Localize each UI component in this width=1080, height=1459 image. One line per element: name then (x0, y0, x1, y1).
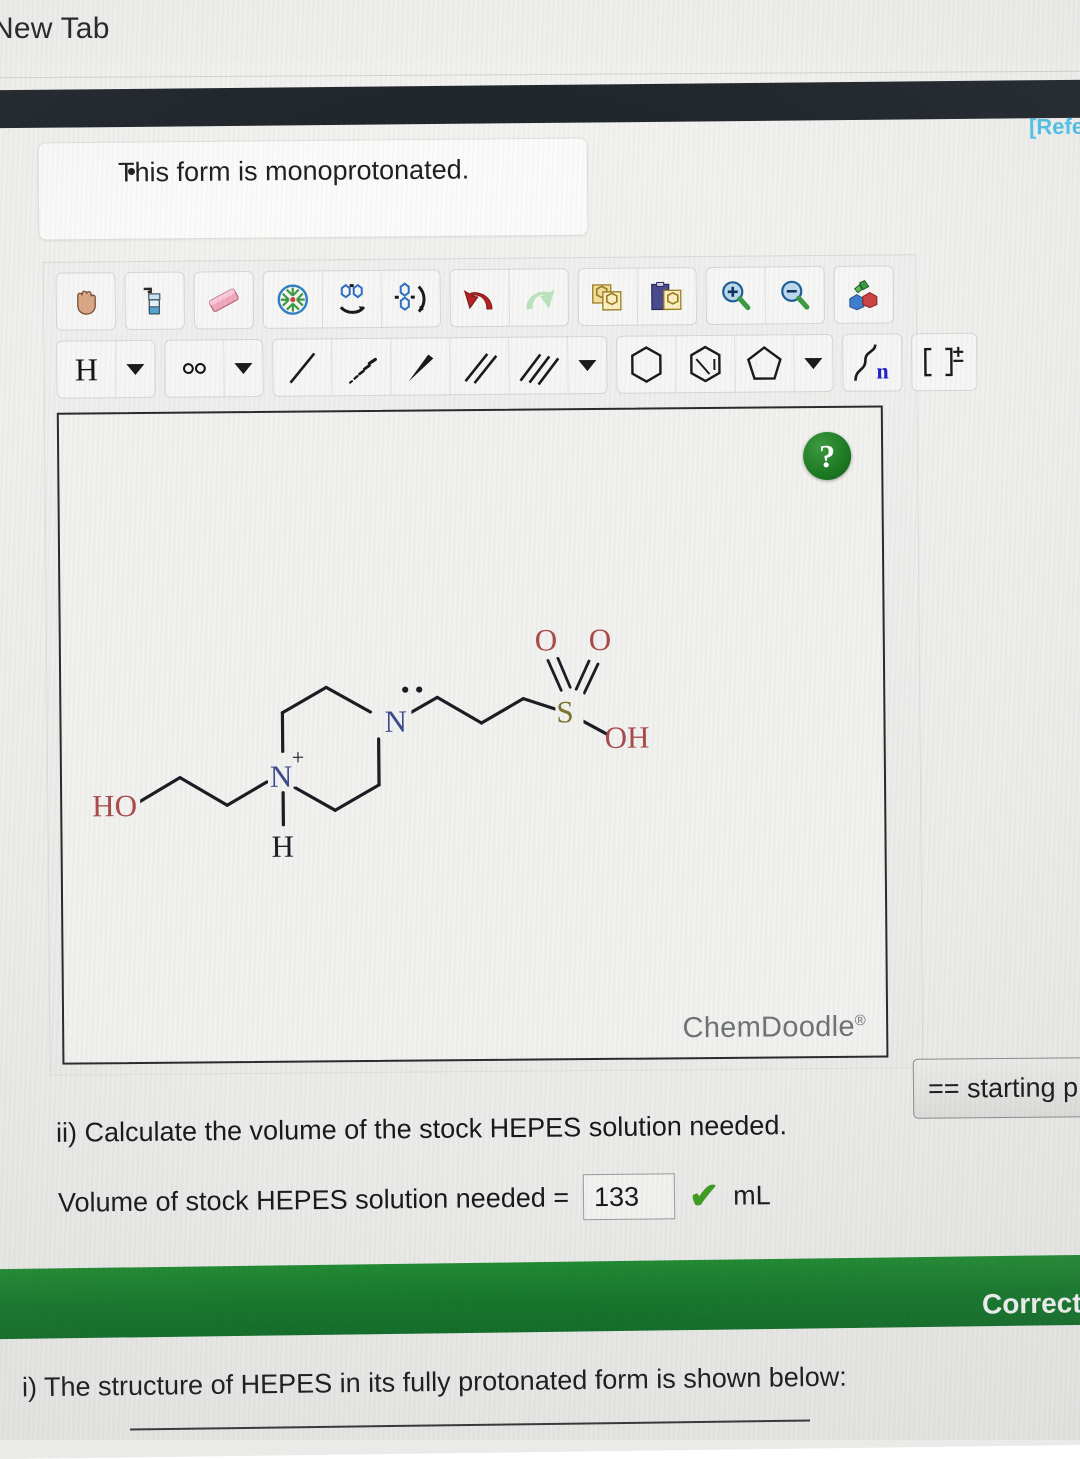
toolgroup-charge (911, 332, 978, 392)
toolgroup-templates (833, 265, 895, 324)
screen-surface: New Tab [Refe This form is monoprotonate… (0, 0, 1080, 1459)
starting-point-button[interactable]: == starting p (912, 1057, 1080, 1119)
chevron-down-icon (804, 357, 823, 369)
zoom-out-icon[interactable] (766, 267, 824, 324)
toolgroup-rings (616, 333, 834, 394)
toolgroup-lonepair (164, 338, 264, 398)
label-sulfur: S (556, 694, 574, 729)
undo-icon[interactable] (450, 269, 511, 327)
templates-icon[interactable] (835, 266, 893, 323)
answer-unit: mL (733, 1179, 771, 1211)
label-n-plus-charge: + (292, 745, 305, 770)
toolgroup-element: H (56, 339, 156, 399)
chemdoodle-watermark-text: ChemDoodle (682, 1010, 855, 1045)
single-bond-icon[interactable] (273, 339, 333, 396)
benzene-ring-icon[interactable] (676, 335, 736, 393)
cyclohexane-ring-icon[interactable] (617, 336, 677, 393)
sketcher-toolbar-row-2: H n (56, 332, 986, 399)
chevron-down-icon (126, 363, 145, 375)
toolgroup-erase (193, 270, 255, 330)
browser-tab-title[interactable]: New Tab (0, 12, 110, 46)
browser-tab-strip (0, 0, 1080, 62)
toolgroup-bonds (272, 335, 608, 397)
toolgroup-clipboard (577, 267, 698, 327)
question-ii-answer-row: Volume of stock HEPES solution needed = … (58, 1172, 771, 1225)
chevron-down-icon (578, 359, 597, 371)
dark-toolbar (0, 79, 1080, 129)
eraser-icon[interactable] (195, 272, 253, 329)
registered-mark-icon: ® (854, 1012, 867, 1030)
hashed-bond-icon[interactable] (332, 338, 392, 396)
toolgroup-pan (55, 272, 117, 331)
triple-bond-icon[interactable] (509, 337, 569, 394)
label-n-neutral: N (384, 704, 407, 739)
question-ii-prompt: ii) Calculate the volume of the stock HE… (55, 1110, 788, 1148)
sketcher-toolbar-row-1 (55, 265, 903, 331)
ring-dropdown[interactable] (794, 335, 832, 391)
pan-hand-icon[interactable] (57, 273, 115, 330)
polymer-repeat-icon[interactable]: n (843, 334, 901, 391)
chrome-divider (0, 70, 1080, 79)
charge-bracket-icon[interactable] (912, 334, 976, 391)
toolgroup-clear (124, 271, 186, 331)
toolgroup-zoom (705, 266, 826, 326)
element-h-dropdown[interactable] (116, 341, 154, 397)
redo-icon[interactable] (510, 269, 568, 326)
correct-check-icon: ✔ (688, 1174, 720, 1217)
paste-icon[interactable] (638, 268, 696, 325)
chemdoodle-sketcher[interactable]: H n ? HO N + H N S O O OH ChemDoodle® (42, 254, 978, 1076)
cyclopentane-ring-icon[interactable] (735, 335, 795, 392)
answer-label: Volume of stock HEPES solution needed = (57, 1181, 570, 1218)
statement-text: This form is monoprotonated. (117, 154, 470, 188)
references-link[interactable]: [Refe (1029, 114, 1080, 141)
element-h-label: H (74, 350, 99, 388)
toolgroup-history (449, 268, 570, 328)
copy-icon[interactable] (578, 268, 639, 326)
element-h-button[interactable]: H (57, 341, 117, 398)
flip-vertical-icon[interactable] (382, 270, 440, 327)
lone-pair-dropdown[interactable] (224, 340, 262, 396)
chemdoodle-watermark: ChemDoodle® (682, 1011, 866, 1046)
label-hydroxyl: HO (92, 788, 137, 823)
chevron-down-icon (234, 362, 253, 374)
toolgroup-transform (262, 269, 442, 329)
clear-spray-icon[interactable] (126, 273, 184, 330)
label-n-plus: N (270, 759, 293, 794)
lone-pair-button[interactable] (165, 340, 225, 397)
label-sulfonic-hydroxyl: OH (604, 720, 649, 755)
statement-card (37, 137, 589, 241)
label-oxygen-left: O (535, 622, 558, 657)
optimize-layout-icon[interactable] (263, 271, 324, 328)
zoom-in-icon[interactable] (706, 267, 767, 325)
status-badge: Correct (982, 1287, 1080, 1320)
hepes-structure: HO N + H N S O O OH (92, 622, 650, 864)
toolgroup-polymer: n (842, 333, 903, 392)
molecule-canvas[interactable]: ? HO N + H N S O O OH ChemDoodle® (56, 405, 889, 1065)
flip-horizontal-icon[interactable] (322, 270, 383, 328)
bond-dropdown[interactable] (568, 337, 606, 393)
double-bond-icon[interactable] (450, 337, 510, 395)
label-oxygen-right: O (589, 622, 612, 657)
wedge-bond-icon[interactable] (391, 338, 451, 395)
svg-text:n: n (876, 358, 888, 383)
volume-input[interactable]: 133 (582, 1173, 676, 1221)
label-n-plus-hydrogen: H (271, 829, 294, 864)
